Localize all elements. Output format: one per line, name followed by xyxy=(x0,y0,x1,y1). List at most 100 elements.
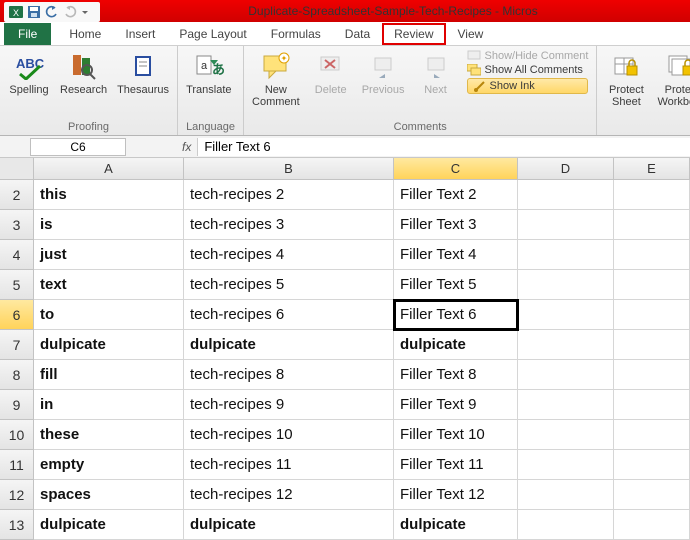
col-header-C[interactable]: C xyxy=(394,158,518,180)
row-header[interactable]: 4 xyxy=(0,240,34,270)
cell[interactable]: tech-recipes 6 xyxy=(184,300,394,330)
row-header[interactable]: 2 xyxy=(0,180,34,210)
cell[interactable]: tech-recipes 4 xyxy=(184,240,394,270)
cell[interactable] xyxy=(518,270,614,300)
row-header[interactable]: 3 xyxy=(0,210,34,240)
cell[interactable]: to xyxy=(34,300,184,330)
name-box[interactable]: C6 xyxy=(30,138,126,156)
cell[interactable]: Filler Text 11 xyxy=(394,450,518,480)
cell[interactable] xyxy=(518,450,614,480)
cell[interactable]: tech-recipes 3 xyxy=(184,210,394,240)
protect-workbook-button[interactable]: Protect Workbook xyxy=(657,50,690,108)
tab-page-layout[interactable]: Page Layout xyxy=(167,23,258,45)
cell[interactable] xyxy=(518,390,614,420)
cell[interactable]: fill xyxy=(34,360,184,390)
cell[interactable]: these xyxy=(34,420,184,450)
cell[interactable] xyxy=(614,180,690,210)
row-header[interactable]: 7 xyxy=(0,330,34,360)
cell[interactable]: tech-recipes 5 xyxy=(184,270,394,300)
row-header[interactable]: 10 xyxy=(0,420,34,450)
cell[interactable]: tech-recipes 2 xyxy=(184,180,394,210)
cell[interactable]: Filler Text 8 xyxy=(394,360,518,390)
cell[interactable] xyxy=(518,180,614,210)
cell[interactable] xyxy=(614,330,690,360)
cell[interactable]: this xyxy=(34,180,184,210)
formula-bar[interactable]: Filler Text 6 xyxy=(197,138,690,156)
cell[interactable] xyxy=(518,360,614,390)
cell[interactable]: Filler Text 12 xyxy=(394,480,518,510)
spreadsheet-grid[interactable]: ABCDE2thistech-recipes 2Filler Text 23is… xyxy=(0,158,690,540)
cell[interactable] xyxy=(614,240,690,270)
tab-file[interactable]: File xyxy=(4,23,51,45)
cell[interactable]: tech-recipes 8 xyxy=(184,360,394,390)
cell[interactable]: just xyxy=(34,240,184,270)
tab-insert[interactable]: Insert xyxy=(113,23,167,45)
cell[interactable]: text xyxy=(34,270,184,300)
cell[interactable] xyxy=(518,300,614,330)
show-hide-comment[interactable]: Show/Hide Comment xyxy=(467,50,589,62)
tab-formulas[interactable]: Formulas xyxy=(259,23,333,45)
save-icon[interactable] xyxy=(26,4,42,20)
row-header[interactable]: 5 xyxy=(0,270,34,300)
cell[interactable]: tech-recipes 12 xyxy=(184,480,394,510)
cell[interactable] xyxy=(614,360,690,390)
cell[interactable] xyxy=(518,210,614,240)
col-header-E[interactable]: E xyxy=(614,158,690,180)
spelling-button[interactable]: ABC Spelling xyxy=(8,50,50,96)
cell[interactable]: Filler Text 10 xyxy=(394,420,518,450)
cell[interactable]: tech-recipes 11 xyxy=(184,450,394,480)
protect-sheet-button[interactable]: Protect Sheet xyxy=(605,50,647,108)
cell[interactable] xyxy=(518,510,614,540)
cell[interactable]: is xyxy=(34,210,184,240)
cell[interactable]: Filler Text 5 xyxy=(394,270,518,300)
cell[interactable]: tech-recipes 10 xyxy=(184,420,394,450)
cell[interactable] xyxy=(518,480,614,510)
undo-icon[interactable] xyxy=(44,4,60,20)
row-header[interactable]: 9 xyxy=(0,390,34,420)
col-header-D[interactable]: D xyxy=(518,158,614,180)
show-all-comments[interactable]: Show All Comments xyxy=(467,64,589,76)
redo-icon[interactable] xyxy=(62,4,78,20)
cell[interactable] xyxy=(518,330,614,360)
cell[interactable]: dulpicate xyxy=(34,330,184,360)
row-header[interactable]: 12 xyxy=(0,480,34,510)
tab-review[interactable]: Review xyxy=(382,23,445,45)
cell[interactable]: tech-recipes 9 xyxy=(184,390,394,420)
cell[interactable] xyxy=(518,420,614,450)
cell[interactable] xyxy=(614,210,690,240)
cell[interactable]: Filler Text 4 xyxy=(394,240,518,270)
cell[interactable]: dulpicate xyxy=(394,330,518,360)
qat-dropdown-icon[interactable] xyxy=(80,4,96,20)
tab-home[interactable]: Home xyxy=(57,23,113,45)
cell[interactable]: spaces xyxy=(34,480,184,510)
cell[interactable] xyxy=(614,270,690,300)
cell[interactable]: Filler Text 6 xyxy=(394,300,518,330)
cell[interactable] xyxy=(518,240,614,270)
cell[interactable] xyxy=(614,510,690,540)
row-header[interactable]: 11 xyxy=(0,450,34,480)
row-header[interactable]: 6 xyxy=(0,300,34,330)
new-comment-button[interactable]: ✦ New Comment xyxy=(252,50,300,108)
research-button[interactable]: Research xyxy=(60,50,107,96)
cell[interactable] xyxy=(614,300,690,330)
cell[interactable]: empty xyxy=(34,450,184,480)
col-header-B[interactable]: B xyxy=(184,158,394,180)
cell[interactable] xyxy=(614,480,690,510)
cell[interactable] xyxy=(614,420,690,450)
tab-data[interactable]: Data xyxy=(333,23,382,45)
cell[interactable]: dulpicate xyxy=(34,510,184,540)
row-header[interactable]: 8 xyxy=(0,360,34,390)
cell[interactable] xyxy=(614,390,690,420)
cell[interactable]: Filler Text 9 xyxy=(394,390,518,420)
show-ink-button[interactable]: Show Ink xyxy=(467,78,589,94)
translate-button[interactable]: aあ Translate xyxy=(186,50,231,96)
cell[interactable]: dulpicate xyxy=(184,510,394,540)
row-header[interactable]: 13 xyxy=(0,510,34,540)
col-header-A[interactable]: A xyxy=(34,158,184,180)
thesaurus-button[interactable]: Thesaurus xyxy=(117,50,169,96)
tab-view[interactable]: View xyxy=(446,23,496,45)
cell[interactable]: in xyxy=(34,390,184,420)
fx-label[interactable]: fx xyxy=(176,140,197,154)
cell[interactable]: dulpicate xyxy=(394,510,518,540)
select-all-corner[interactable] xyxy=(0,158,34,180)
